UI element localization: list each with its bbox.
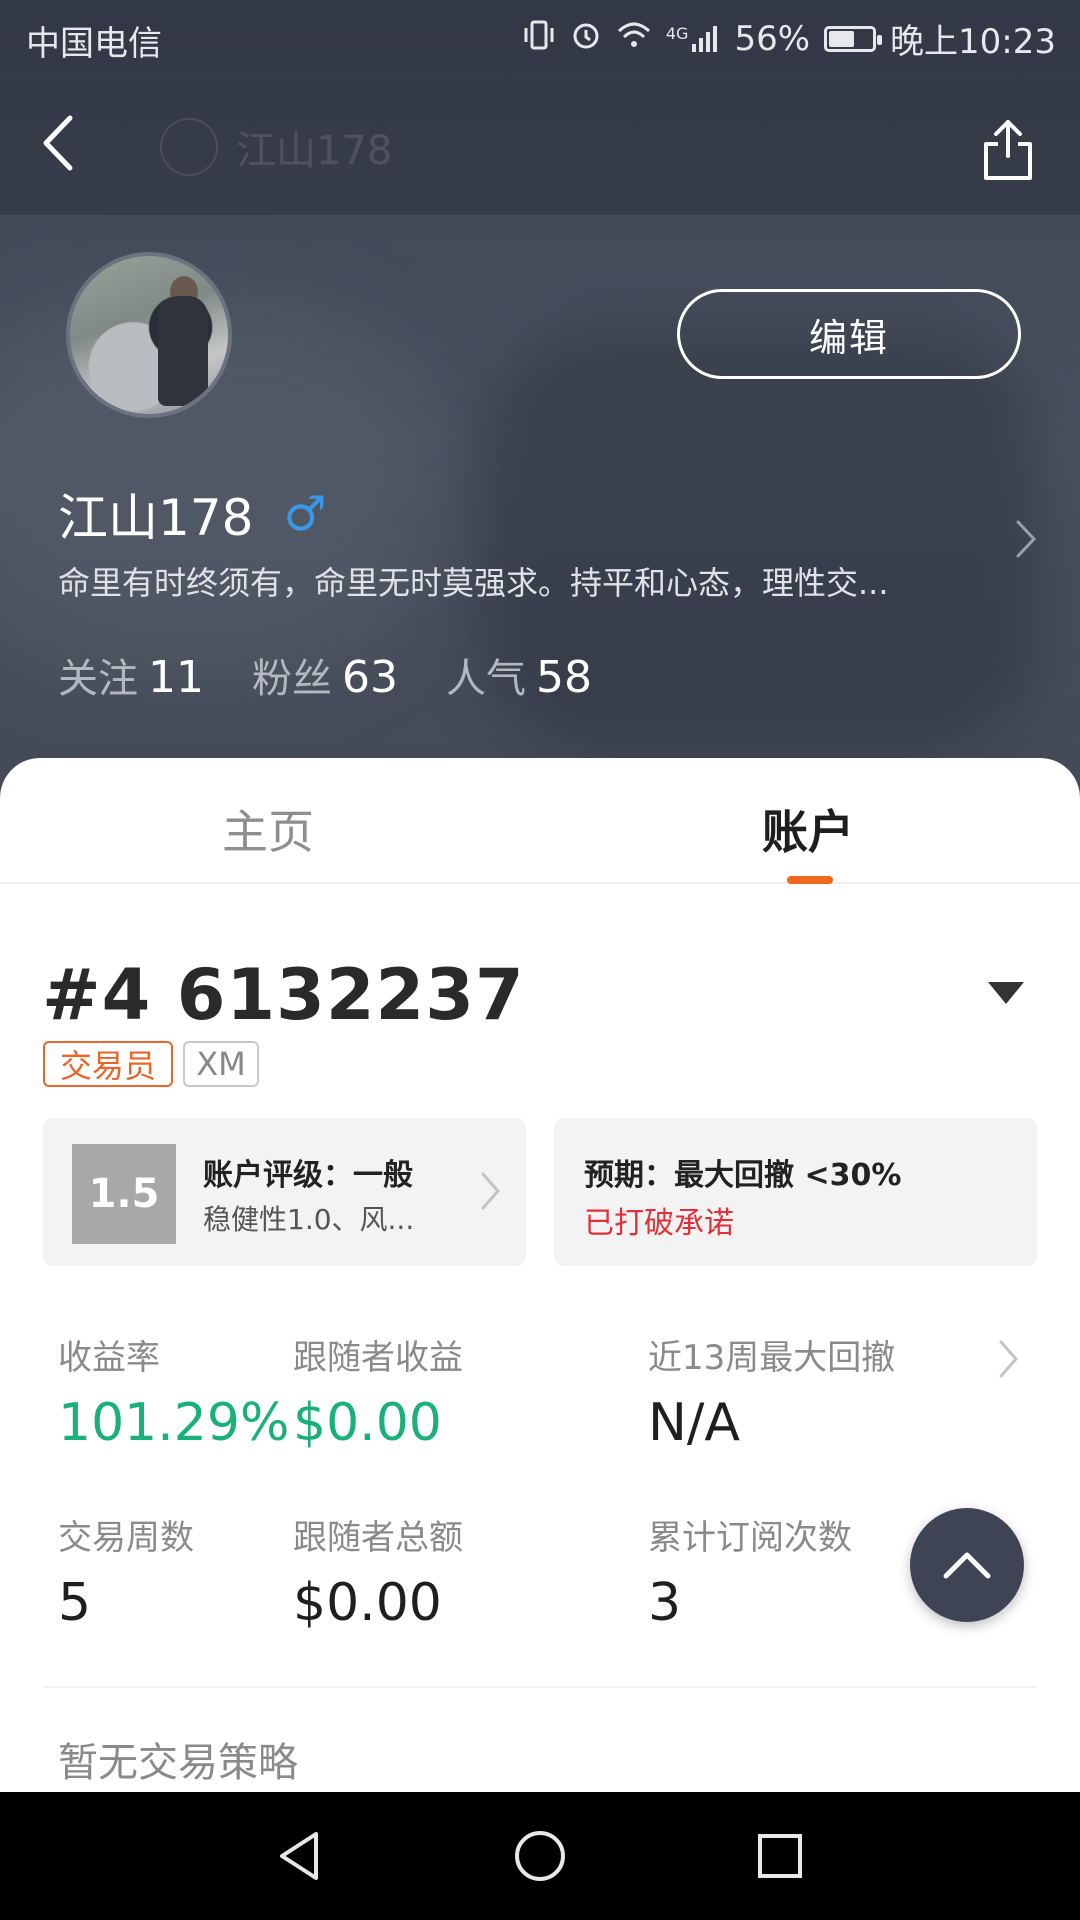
battery-percentage: 56% — [734, 18, 811, 59]
signal-icon: 4G — [666, 24, 721, 54]
chevron-right-icon[interactable] — [1012, 514, 1042, 564]
nav-avatar — [160, 118, 218, 176]
account-title: #4 6132237 — [42, 954, 525, 1036]
system-home-icon[interactable] — [508, 1824, 572, 1888]
battery-icon — [824, 25, 883, 52]
metric-value: 3 — [648, 1573, 682, 1633]
expectation-card: 预期：最大回撤 <30% 已打破承诺 — [554, 1118, 1037, 1266]
system-recents-icon[interactable] — [748, 1824, 812, 1888]
system-navigation-bar — [0, 1792, 1080, 1920]
stat-label: 人气 — [446, 656, 526, 702]
rating-score-badge: 1.5 — [72, 1144, 176, 1244]
stat-value: 63 — [342, 652, 398, 703]
metric-trading-weeks: 交易周数 5 — [58, 1510, 194, 1633]
edit-profile-button[interactable]: 编辑 — [677, 289, 1021, 379]
nav-title: 江山178 — [160, 118, 392, 176]
active-tab-indicator — [787, 876, 833, 884]
no-strategy-text: 暂无交易策略 — [58, 1740, 298, 1786]
profile-bio[interactable]: 命里有时终须有，命里无时莫强求。持平和心态，理性交... — [58, 558, 978, 604]
back-arrow-icon[interactable] — [36, 108, 86, 178]
rating-subtitle: 稳健性1.0、风... — [203, 1203, 415, 1236]
clock: 晚上10:23 — [890, 22, 1056, 62]
stat-value: 11 — [148, 652, 204, 703]
username: 江山178 — [58, 489, 254, 547]
chevron-right-icon[interactable] — [996, 1334, 1022, 1384]
metric-subscriptions: 累计订阅次数 3 — [648, 1510, 852, 1633]
username-row: 江山178 ♂ — [58, 478, 326, 550]
stat-label: 关注 — [58, 656, 138, 702]
metric-follower-profit: 跟随者收益 $0.00 — [293, 1330, 463, 1453]
metric-value: $0.00 — [293, 1573, 442, 1633]
network-type: 4G — [665, 23, 689, 43]
carrier-name: 中国电信 — [26, 24, 162, 64]
alarm-icon — [570, 19, 602, 59]
expectation-title: 预期：最大回撤 <30% — [584, 1158, 902, 1193]
stat-value: 58 — [536, 652, 592, 703]
stat-followers[interactable]: 粉丝 63 — [252, 646, 398, 704]
share-icon[interactable] — [980, 118, 1036, 182]
metric-value: 5 — [58, 1573, 92, 1633]
tab-account[interactable]: 账户 — [762, 796, 854, 862]
stat-following[interactable]: 关注 11 — [58, 646, 204, 704]
tab-home[interactable]: 主页 — [222, 796, 314, 862]
metric-label: 交易周数 — [58, 1518, 194, 1558]
metric-value: 101.29% — [58, 1393, 290, 1453]
metric-value: N/A — [648, 1393, 740, 1453]
metric-label: 近13周最大回撤 — [648, 1338, 896, 1378]
profile-stats: 关注 11 粉丝 63 人气 58 — [58, 646, 592, 704]
metric-label: 跟随者收益 — [293, 1338, 463, 1378]
metric-return-rate: 收益率 101.29% — [58, 1330, 289, 1453]
content-card: 主页 账户 #4 6132237 交易员 XM 1.5 账户评级：一般 稳健性1… — [0, 758, 1080, 1792]
metric-follower-total: 跟随者总额 $0.00 — [293, 1510, 463, 1633]
stat-popularity: 人气 58 — [446, 646, 592, 704]
broker-tag: XM — [183, 1041, 259, 1087]
section-divider — [43, 1686, 1037, 1688]
chevron-up-icon — [943, 1552, 991, 1579]
tab-bar: 主页 账户 — [0, 758, 1080, 884]
rating-title: 账户评级：一般 — [203, 1158, 413, 1193]
dropdown-triangle-icon[interactable] — [988, 982, 1024, 1004]
male-gender-icon: ♂ — [283, 486, 327, 542]
trader-tag: 交易员 — [43, 1041, 173, 1087]
expectation-status: 已打破承诺 — [584, 1206, 734, 1241]
account-rating-card[interactable]: 1.5 账户评级：一般 稳健性1.0、风... — [43, 1118, 526, 1266]
avatar[interactable] — [66, 252, 232, 418]
stat-label: 粉丝 — [252, 656, 332, 702]
metric-label: 累计订阅次数 — [648, 1518, 852, 1558]
vibrate-icon — [522, 18, 556, 60]
status-bar: 中国电信 4G 56% 晚上10:23 — [0, 0, 1080, 76]
nav-title-text: 江山178 — [236, 128, 393, 174]
metric-label: 收益率 — [58, 1338, 160, 1378]
metric-label: 跟随者总额 — [293, 1518, 463, 1558]
system-back-icon[interactable] — [268, 1824, 332, 1888]
metric-value: $0.00 — [293, 1393, 442, 1453]
scroll-to-top-button[interactable] — [910, 1508, 1024, 1622]
metric-max-drawdown[interactable]: 近13周最大回撤 N/A — [648, 1330, 895, 1453]
chevron-right-icon — [478, 1166, 504, 1216]
wifi-icon — [616, 19, 652, 59]
